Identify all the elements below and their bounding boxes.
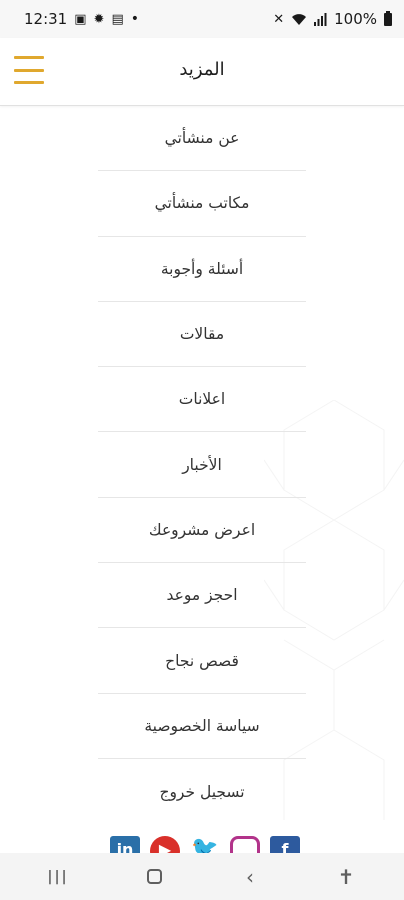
mute-icon: ✕ [273,11,285,27]
image-icon: ▣ [74,11,87,27]
home-icon [146,868,162,884]
home-button[interactable] [134,867,174,887]
wifi-icon [292,13,307,25]
menu-item-news[interactable]: الأخبار [98,432,306,498]
linkedin-icon[interactable]: in [110,836,140,853]
menu-item-success-stories[interactable]: قصص نجاح [98,628,306,694]
menu-item-label: اعرض مشروعك [148,520,256,539]
more-menu-list: عن منشأتي مكاتب منشأتي أسئلة وأجوبة مقال… [98,106,306,824]
status-bar: 12:31 ▣ ✹ ▤ • ✕ 100% [0,0,404,38]
menu-item-articles[interactable]: مقالات [98,302,306,368]
menu-item-ads[interactable]: اعلانات [98,367,306,433]
menu-item-label: اعلانات [178,390,226,409]
menu-item-present-project[interactable]: اعرض مشروعك [98,498,306,564]
menu-item-label: مقالات [179,325,225,344]
menu-item-about[interactable]: عن منشأتي [98,106,306,172]
menu-item-label: احجز موعد [166,586,238,605]
menu-item-label: مكاتب منشأتي [154,194,250,213]
app-header: المزيد [0,38,404,106]
menu-item-logout[interactable]: تسجيل خروج [98,759,306,824]
system-nav-bar: ||| ‹ ✝ [0,853,404,900]
menu-item-book-appointment[interactable]: احجز موعد [98,563,306,629]
status-time: 12:31 [24,10,68,28]
battery-percent: 100% [334,10,377,28]
menu-item-label: تسجيل خروج [159,782,245,801]
status-left: 12:31 ▣ ✹ ▤ • [24,10,139,28]
youtube-icon[interactable]: ▶ [150,836,180,853]
twitter-icon[interactable]: 🐦 [190,836,220,853]
notification-icon: ▤ [111,11,124,27]
back-icon[interactable]: ‹ [230,867,270,887]
menu-item-privacy-policy[interactable]: سياسة الخصوصية [98,694,306,759]
recents-icon[interactable]: ||| [38,870,78,884]
status-right: ✕ 100% [273,10,392,28]
signal-icon [314,12,327,26]
menu-item-label: عن منشأتي [164,129,240,148]
accessibility-icon[interactable]: ✝ [326,867,366,887]
menu-item-label: قصص نجاح [165,651,239,670]
settings-icon: ✹ [93,11,105,27]
menu-item-faq[interactable]: أسئلة وأجوبة [98,237,306,302]
instagram-icon[interactable] [230,836,260,853]
facebook-icon[interactable]: f [270,836,300,853]
page-title: المزيد [179,59,225,80]
menu-item-label: أسئلة وأجوبة [160,259,244,278]
menu-bar-line [14,81,44,84]
dot-icon: • [130,11,139,27]
battery-icon [384,10,392,26]
menu-item-offices[interactable]: مكاتب منشأتي [98,171,306,237]
social-links: in ▶ 🐦 f [110,836,300,853]
menu-item-label: سياسة الخصوصية [144,716,260,735]
menu-item-label: الأخبار [182,455,222,474]
